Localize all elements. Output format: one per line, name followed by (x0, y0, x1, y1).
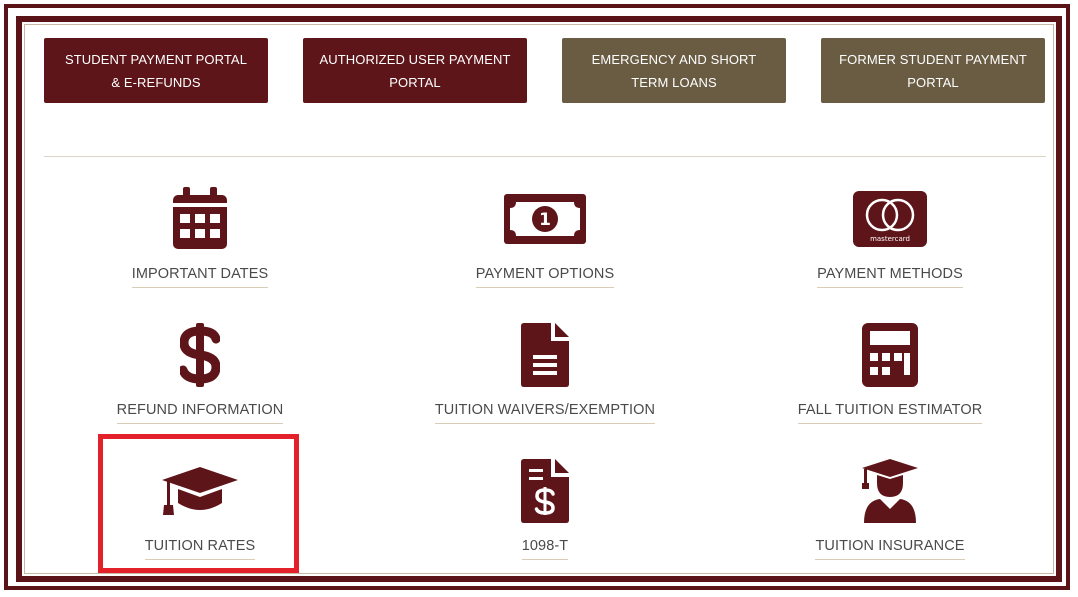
tile-important-dates[interactable]: IMPORTANT DATES (85, 184, 315, 304)
tile-label: TUITION INSURANCE (815, 538, 965, 560)
tile-fall-tuition-estimator[interactable]: FALL TUITION ESTIMATOR (775, 320, 1005, 440)
graduation-cap-icon (162, 467, 238, 515)
invoice-dollar-icon (521, 459, 569, 523)
button-label-line1: STUDENT PAYMENT PORTAL (64, 51, 248, 67)
button-label-line2: PORTAL (907, 74, 959, 90)
graduate-icon (862, 459, 918, 523)
section-divider (44, 156, 1046, 157)
button-label-line2: & E-REFUNDS (111, 74, 201, 90)
button-label-line2: PORTAL (389, 74, 441, 90)
tile-label: IMPORTANT DATES (131, 266, 269, 288)
dollar-bill-icon: 1 (504, 194, 586, 244)
tile-label: PAYMENT METHODS (817, 266, 963, 288)
button-label-line1: FORMER STUDENT PAYMENT (839, 51, 1027, 67)
tile-label: 1098-T (521, 538, 569, 560)
calculator-icon (862, 323, 918, 387)
button-label-line1: EMERGENCY AND SHORT (591, 51, 757, 67)
mastercard-icon: mastercard (853, 191, 927, 247)
button-label-line1: AUTHORIZED USER PAYMENT (319, 51, 511, 67)
tile-label: TUITION WAIVERS/EXEMPTION (434, 402, 656, 424)
tile-tuition-insurance[interactable]: TUITION INSURANCE (775, 456, 1005, 576)
former-student-payment-portal-button[interactable]: FORMER STUDENT PAYMENT PORTAL (821, 38, 1045, 103)
calendar-icon (173, 187, 227, 249)
dollar-sign-icon (180, 323, 220, 387)
document-icon (521, 323, 569, 387)
tile-label: PAYMENT OPTIONS (475, 266, 615, 288)
authorized-user-payment-portal-button[interactable]: AUTHORIZED USER PAYMENT PORTAL (303, 38, 527, 103)
tile-payment-options[interactable]: 1 PAYMENT OPTIONS (430, 184, 660, 304)
mastercard-text: mastercard (870, 235, 910, 243)
tile-label: FALL TUITION ESTIMATOR (797, 402, 983, 424)
student-payment-portal-button[interactable]: STUDENT PAYMENT PORTAL & E-REFUNDS (44, 38, 268, 103)
emergency-short-term-loans-button[interactable]: EMERGENCY AND SHORT TERM LOANS (562, 38, 786, 103)
tile-label: REFUND INFORMATION (116, 402, 284, 424)
bill-digit: 1 (539, 210, 551, 230)
tile-payment-methods[interactable]: mastercard PAYMENT METHODS (775, 184, 1005, 304)
tile-1098-t[interactable]: 1098-T (430, 456, 660, 576)
tile-tuition-waivers[interactable]: TUITION WAIVERS/EXEMPTION (430, 320, 660, 440)
tile-tuition-rates[interactable]: TUITION RATES (85, 456, 315, 576)
tile-refund-information[interactable]: REFUND INFORMATION (85, 320, 315, 440)
tile-label: TUITION RATES (144, 538, 256, 560)
button-label-line2: TERM LOANS (631, 74, 717, 90)
